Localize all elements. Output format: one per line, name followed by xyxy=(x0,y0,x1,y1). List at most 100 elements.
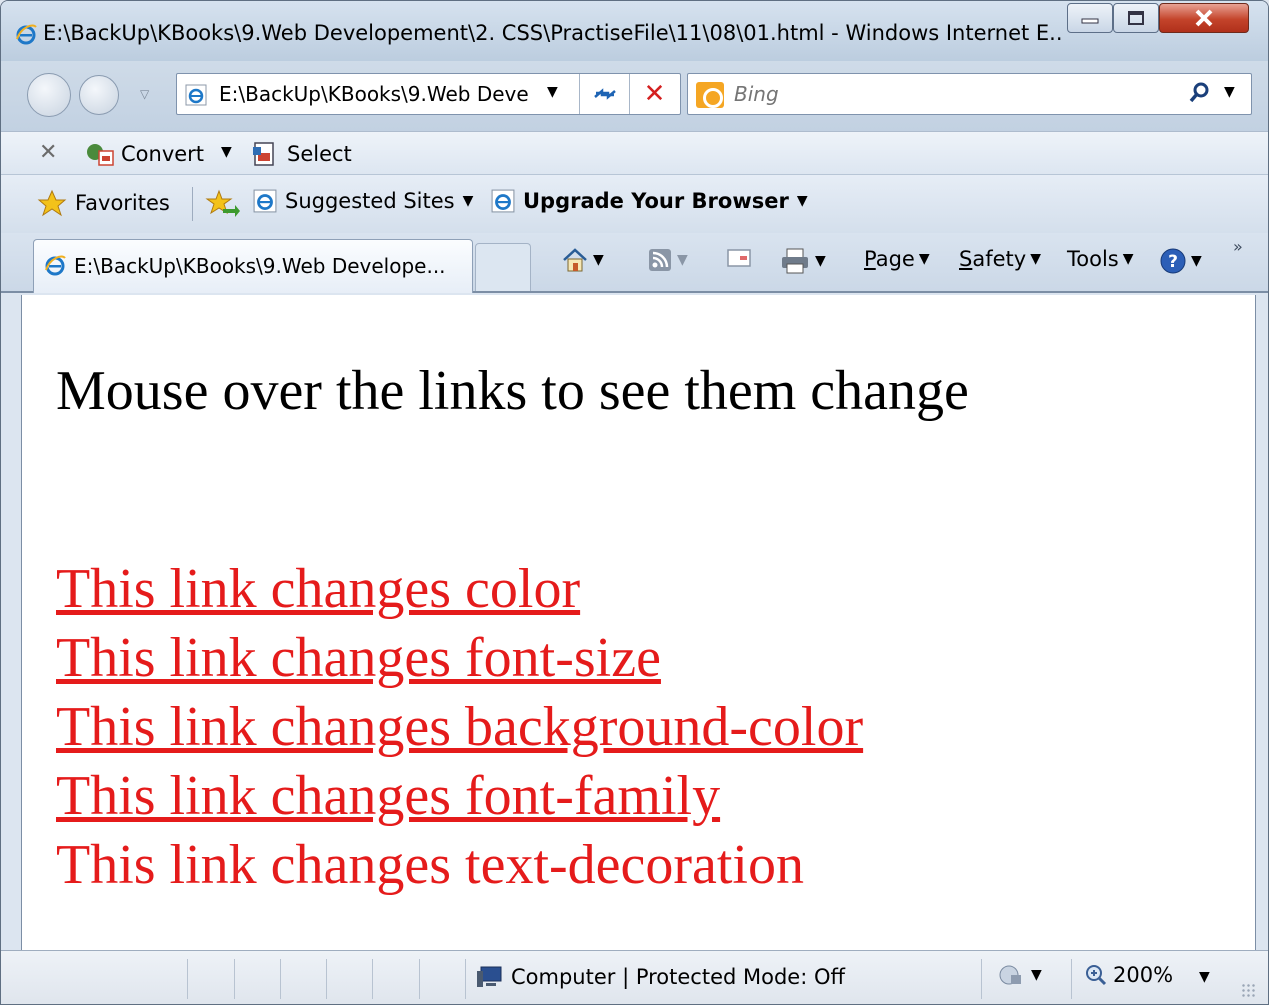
security-dropdown-icon: ▼ xyxy=(1031,967,1042,983)
tools-menu-label: Tools xyxy=(1067,247,1119,271)
print-button[interactable]: ▼ xyxy=(779,247,826,275)
page-viewport: Mouse over the links to see them change … xyxy=(21,295,1256,950)
back-button[interactable] xyxy=(27,73,71,117)
stop-button[interactable]: ✕ xyxy=(629,74,679,114)
page-ie-icon xyxy=(185,84,207,106)
status-separator xyxy=(419,959,420,999)
address-dropdown-icon[interactable]: ▼ xyxy=(547,84,558,100)
pdf-toolbar: ✕ Convert ▼ Select xyxy=(1,131,1268,175)
page-menu[interactable]: Page ▼ xyxy=(864,247,930,271)
convert-pdf-icon xyxy=(87,144,114,166)
title-bar: E:\BackUp\KBooks\9.Web Developement\2. C… xyxy=(1,1,1268,61)
maximize-button[interactable] xyxy=(1113,3,1159,33)
page-heading: Mouse over the links to see them change xyxy=(56,360,969,422)
security-zone-status[interactable]: Computer | Protected Mode: Off xyxy=(475,965,845,989)
search-input[interactable] xyxy=(734,82,1154,106)
upgrade-browser-button[interactable]: Upgrade Your Browser ▼ xyxy=(491,189,808,213)
convert-dropdown-icon[interactable]: ▼ xyxy=(221,144,232,160)
search-options-dropdown-icon[interactable]: ▼ xyxy=(1224,84,1235,100)
ie-logo-icon xyxy=(16,24,37,45)
tab-ie-icon xyxy=(45,255,66,276)
address-bar[interactable]: ▼ ✕ xyxy=(176,73,681,115)
search-icon[interactable] xyxy=(1186,80,1212,106)
link-changes-color[interactable]: This link changes color xyxy=(56,557,580,621)
status-separator xyxy=(372,959,373,999)
page-menu-label: Page xyxy=(864,247,915,271)
refresh-button[interactable] xyxy=(579,74,629,114)
security-globe-icon xyxy=(999,965,1021,985)
forward-button[interactable] xyxy=(79,75,119,115)
status-separator xyxy=(1071,959,1072,999)
select-button[interactable]: Select xyxy=(251,138,352,170)
safety-menu[interactable]: Safety ▼ xyxy=(959,247,1041,271)
tools-menu[interactable]: Tools ▼ xyxy=(1067,247,1134,271)
close-toolbar-icon[interactable]: ✕ xyxy=(39,140,57,165)
recent-pages-dropdown-icon[interactable]: ▽ xyxy=(140,87,149,101)
upgrade-browser-label: Upgrade Your Browser xyxy=(523,189,789,213)
read-mail-button[interactable] xyxy=(726,247,752,269)
upgrade-ie-icon xyxy=(491,189,515,213)
help-icon: ? xyxy=(1160,248,1186,274)
minimize-button[interactable] xyxy=(1067,3,1113,33)
close-button[interactable] xyxy=(1159,3,1249,33)
link-changes-font-family[interactable]: This link changes font-family xyxy=(56,764,720,828)
bing-logo-icon xyxy=(696,82,724,108)
tab-bar: E:\BackUp\KBooks\9.Web Develope... ▼ ▼ ▼… xyxy=(1,233,1268,293)
suggested-sites-ie-icon xyxy=(253,189,277,213)
page-menu-dropdown-icon: ▼ xyxy=(918,251,930,267)
navigation-bar: ▽ ▼ ✕ ▼ xyxy=(1,61,1268,131)
mail-icon xyxy=(727,249,751,267)
home-icon xyxy=(563,248,587,272)
safety-menu-dropdown-icon: ▼ xyxy=(1030,251,1041,267)
tab-current-page[interactable]: E:\BackUp\KBooks\9.Web Develope... xyxy=(33,239,473,293)
feeds-button[interactable]: ▼ xyxy=(647,247,688,273)
restore-icon xyxy=(1128,11,1144,25)
resize-grip[interactable] xyxy=(1241,983,1255,997)
favorites-bar: Favorites Suggested Sites ▼ Upgrade Your… xyxy=(1,175,1268,233)
window-title: E:\BackUp\KBooks\9.Web Developement\2. C… xyxy=(43,21,1063,45)
search-bar[interactable]: ▼ xyxy=(687,73,1252,115)
add-to-favorites-bar-icon[interactable] xyxy=(205,189,241,219)
tools-menu-dropdown-icon: ▼ xyxy=(1122,251,1134,267)
favorites-button[interactable]: Favorites xyxy=(37,189,170,217)
minimize-icon xyxy=(1081,18,1099,24)
toolbar-overflow-chevron-icon[interactable]: » xyxy=(1233,237,1243,256)
tab-label: E:\BackUp\KBooks\9.Web Develope... xyxy=(74,254,446,278)
suggested-sites-label: Suggested Sites xyxy=(285,189,455,213)
refresh-icon xyxy=(593,88,616,100)
protected-mode-button[interactable]: ▼ xyxy=(997,963,1042,987)
print-dropdown-icon: ▼ xyxy=(815,253,826,269)
suggested-sites-dropdown-icon: ▼ xyxy=(462,193,474,209)
convert-button[interactable]: Convert xyxy=(85,138,204,170)
link-changes-text-decoration[interactable]: This link changes text-decoration xyxy=(56,833,804,897)
status-separator xyxy=(981,959,982,999)
home-dropdown-icon: ▼ xyxy=(593,252,604,268)
feeds-dropdown-icon: ▼ xyxy=(677,252,688,268)
safety-menu-label: Safety xyxy=(959,247,1027,271)
close-icon xyxy=(1195,9,1213,27)
upgrade-browser-dropdown-icon: ▼ xyxy=(796,193,808,209)
favorites-star-icon xyxy=(37,189,67,217)
zoom-dropdown-icon[interactable]: ▼ xyxy=(1199,969,1210,985)
status-separator xyxy=(326,959,327,999)
link-changes-font-size[interactable]: This link changes font-size xyxy=(56,626,661,690)
select-label: Select xyxy=(287,142,352,166)
status-separator xyxy=(280,959,281,999)
zoom-button[interactable]: 200% xyxy=(1085,963,1173,987)
status-separator xyxy=(187,959,188,999)
new-tab-button[interactable] xyxy=(475,243,531,291)
stop-icon: ✕ xyxy=(643,79,666,109)
home-button[interactable]: ▼ xyxy=(561,247,604,273)
link-changes-background-color[interactable]: This link changes background-color xyxy=(56,695,863,759)
suggested-sites-button[interactable]: Suggested Sites ▼ xyxy=(253,189,473,213)
rss-icon xyxy=(649,249,671,271)
browser-window: E:\BackUp\KBooks\9.Web Developement\2. C… xyxy=(0,0,1269,1005)
zoom-level: 200% xyxy=(1113,963,1174,987)
help-dropdown-icon: ▼ xyxy=(1191,253,1202,269)
computer-icon xyxy=(477,966,502,987)
select-pdf-icon xyxy=(253,142,274,166)
help-button[interactable]: ? ▼ xyxy=(1159,247,1202,275)
status-separator xyxy=(234,959,235,999)
convert-label: Convert xyxy=(121,142,205,166)
address-input[interactable] xyxy=(219,82,559,106)
